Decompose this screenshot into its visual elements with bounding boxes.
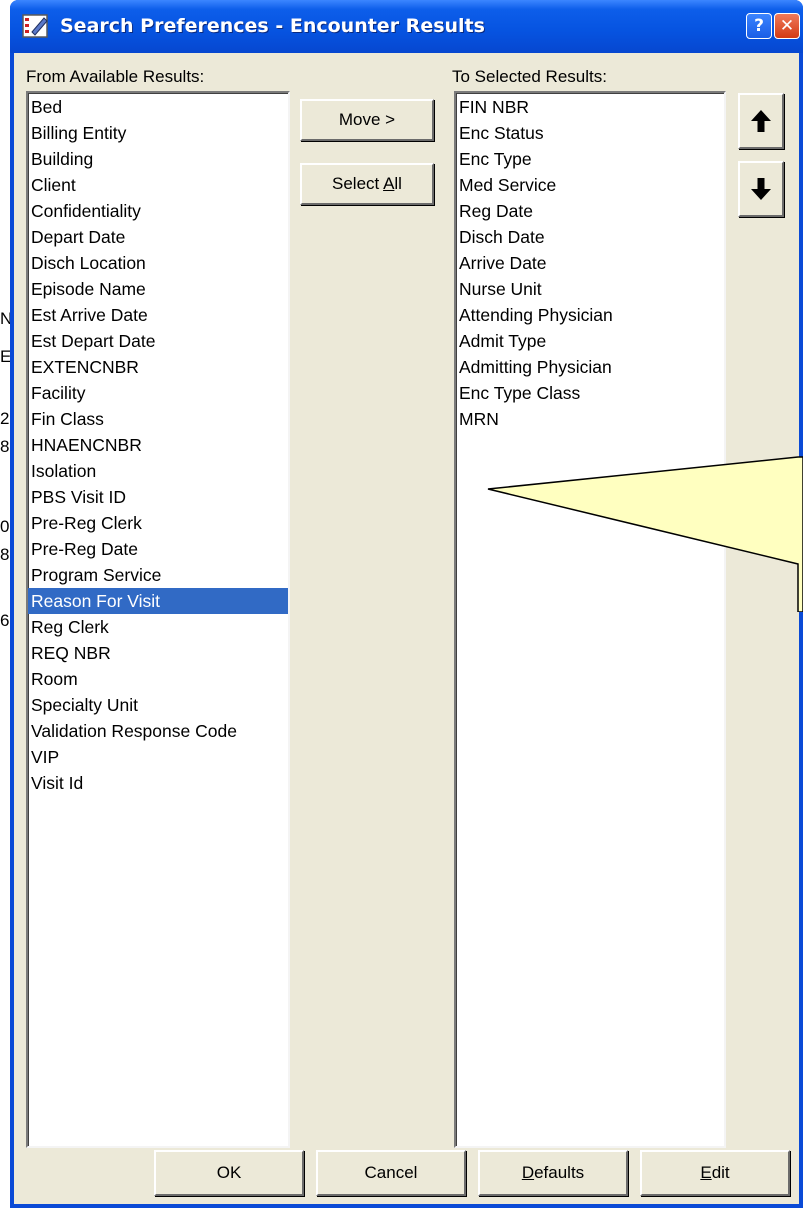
available-result-item[interactable]: Pre-Reg Date xyxy=(28,536,288,562)
available-results-list[interactable]: Bed Billing Entity Building Client Confident… xyxy=(26,91,290,1148)
available-result-item[interactable]: Building xyxy=(28,146,288,172)
arrow-up-icon xyxy=(751,110,771,132)
ok-button[interactable]: OK xyxy=(154,1150,304,1196)
ok-button-label: OK xyxy=(216,1163,242,1182)
available-result-item[interactable]: Client xyxy=(28,172,288,198)
selected-result-item[interactable]: Admitting Physician xyxy=(456,354,724,380)
available-result-item[interactable]: Pre-Reg Clerk xyxy=(28,510,288,536)
move-button[interactable]: Move > xyxy=(300,99,434,141)
move-down-button[interactable] xyxy=(738,161,784,217)
select-all-button[interactable]: Select All xyxy=(300,163,434,205)
close-icon: ✕ xyxy=(779,16,795,36)
selected-result-item[interactable]: Arrive Date xyxy=(456,250,724,276)
available-result-item[interactable]: Depart Date xyxy=(28,224,288,250)
close-button[interactable]: ✕ xyxy=(774,13,800,39)
background-text-fragment: 0 xyxy=(0,517,10,536)
available-result-item[interactable]: Est Arrive Date xyxy=(28,302,288,328)
selected-result-item[interactable]: MRN xyxy=(456,406,724,432)
selected-result-item[interactable]: Disch Date xyxy=(456,224,724,250)
available-result-item[interactable]: Est Depart Date xyxy=(28,328,288,354)
background-text-fragment: 6 xyxy=(0,611,10,630)
available-result-item[interactable]: Episode Name xyxy=(28,276,288,302)
available-result-item[interactable]: Room xyxy=(28,666,288,692)
window-title: Search Preferences - Encounter Results xyxy=(60,15,485,37)
available-result-item[interactable]: EXTENCNBR xyxy=(28,354,288,380)
available-result-item[interactable]: Isolation xyxy=(28,458,288,484)
available-result-item[interactable]: Confidentiality xyxy=(28,198,288,224)
edit-preferences-icon xyxy=(22,14,48,38)
move-button-label: Move > xyxy=(338,110,396,129)
available-result-item[interactable]: Reg Clerk xyxy=(28,614,288,640)
arrow-down-icon xyxy=(751,178,771,200)
background-text-fragment: 2 xyxy=(0,409,10,428)
background-text-fragment: 8 xyxy=(0,545,10,564)
available-result-item[interactable]: Reason For Visit xyxy=(28,588,288,614)
selected-results-list[interactable]: FIN NBR Enc Status Enc Type Med Service Reg … xyxy=(454,91,726,1148)
available-result-item[interactable]: PBS Visit ID xyxy=(28,484,288,510)
dialog-client-area: From Available Results: To Selected Resu… xyxy=(14,53,799,1204)
available-results-label: From Available Results: xyxy=(26,67,205,86)
selected-result-item[interactable]: Enc Type xyxy=(456,146,724,172)
available-result-item[interactable]: Program Service xyxy=(28,562,288,588)
available-result-item[interactable]: Bed xyxy=(28,94,288,120)
selected-results-label: To Selected Results: xyxy=(452,67,607,86)
selected-result-item[interactable]: Med Service xyxy=(456,172,724,198)
available-result-item[interactable]: Fin Class xyxy=(28,406,288,432)
background-text-fragment: 8 xyxy=(0,437,10,456)
available-result-item[interactable]: Facility xyxy=(28,380,288,406)
selected-result-item[interactable]: Enc Status xyxy=(456,120,724,146)
selected-results-items: FIN NBR Enc Status Enc Type Med Service Reg … xyxy=(456,93,724,432)
select-all-label-text: Select All xyxy=(332,174,402,193)
title-bar[interactable]: Search Preferences - Encounter Results ?… xyxy=(10,0,803,53)
cancel-button[interactable]: Cancel xyxy=(316,1150,466,1196)
help-button[interactable]: ? xyxy=(746,13,772,39)
available-result-item[interactable]: VIP xyxy=(28,744,288,770)
selected-result-item[interactable]: Attending Physician xyxy=(456,302,724,328)
annotation-callout xyxy=(487,456,803,612)
select-all-button-label: Select All xyxy=(332,174,402,194)
available-result-item[interactable]: HNAENCNBR xyxy=(28,432,288,458)
available-result-item[interactable]: Disch Location xyxy=(28,250,288,276)
selected-result-item[interactable]: Reg Date xyxy=(456,198,724,224)
move-up-button[interactable] xyxy=(738,93,784,149)
available-result-item[interactable]: Validation Response Code xyxy=(28,718,288,744)
help-icon: ? xyxy=(754,16,764,36)
defaults-button-label: Defaults xyxy=(521,1163,585,1182)
selected-result-item[interactable]: Nurse Unit xyxy=(456,276,724,302)
selected-result-item[interactable]: Enc Type Class xyxy=(456,380,724,406)
available-result-item[interactable]: Specialty Unit xyxy=(28,692,288,718)
selected-result-item[interactable]: FIN NBR xyxy=(456,94,724,120)
available-result-item[interactable]: Visit Id xyxy=(28,770,288,796)
edit-button[interactable]: Edit xyxy=(640,1150,790,1196)
selected-result-item[interactable]: Admit Type xyxy=(456,328,724,354)
cancel-button-label: Cancel xyxy=(364,1163,418,1182)
edit-button-label: Edit xyxy=(700,1163,730,1182)
available-results-items: Bed Billing Entity Building Client Confident… xyxy=(28,93,288,796)
available-result-item[interactable]: REQ NBR xyxy=(28,640,288,666)
available-result-item[interactable]: Billing Entity xyxy=(28,120,288,146)
defaults-button[interactable]: Defaults xyxy=(478,1150,628,1196)
